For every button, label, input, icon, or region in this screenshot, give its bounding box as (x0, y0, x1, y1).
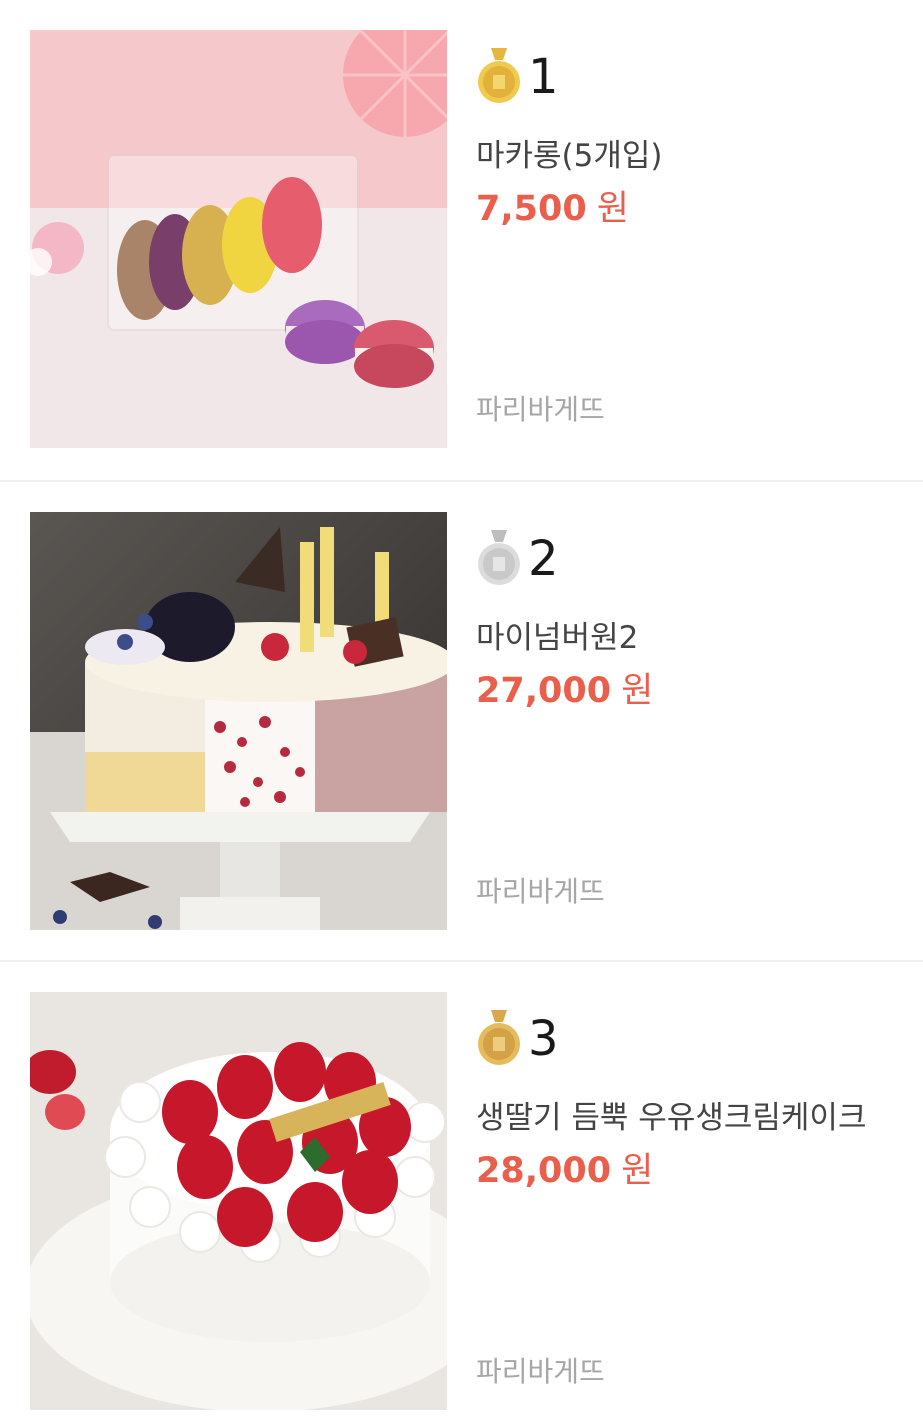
price-currency: 원 (621, 671, 654, 711)
product-price: 28,000 원 (476, 1148, 903, 1194)
item-info: 1 마카롱(5개입) 7,500 원 파리바게뜨 (476, 48, 903, 448)
price-currency: 원 (596, 189, 629, 229)
price-value: 27,000 (476, 671, 612, 711)
rank-row: 1 (476, 48, 903, 106)
silver-medal-icon (476, 530, 522, 588)
product-image-strawberry-cake[interactable] (30, 992, 447, 1410)
rank-number: 3 (528, 1011, 559, 1067)
price-value: 7,500 (476, 189, 587, 229)
price-currency: 원 (621, 1151, 654, 1191)
item-info: 2 마이넘버원2 27,000 원 파리바게뜨 (476, 530, 903, 930)
rank-number: 1 (528, 49, 559, 105)
product-name[interactable]: 생딸기 듬뿍 우유생크림케이크 (476, 1098, 903, 1138)
brand-name: 파리바게뜨 (476, 1355, 605, 1388)
brand-name: 파리바게뜨 (476, 393, 605, 426)
product-price: 7,500 원 (476, 186, 903, 232)
rank-number: 2 (528, 531, 559, 587)
product-name[interactable]: 마이넘버원2 (476, 618, 903, 658)
product-price: 27,000 원 (476, 668, 903, 714)
list-item[interactable]: 3 생딸기 듬뿍 우유생크림케이크 28,000 원 파리바게뜨 (0, 960, 923, 1428)
list-item[interactable]: 2 마이넘버원2 27,000 원 파리바게뜨 (0, 480, 923, 960)
item-info: 3 생딸기 듬뿍 우유생크림케이크 28,000 원 파리바게뜨 (476, 1010, 903, 1410)
ranking-list: 1 마카롱(5개입) 7,500 원 파리바게뜨 2 마이넘버원2 27,000… (0, 0, 923, 1428)
product-name[interactable]: 마카롱(5개입) (476, 136, 903, 176)
bronze-medal-icon (476, 1010, 522, 1068)
price-value: 28,000 (476, 1151, 612, 1191)
brand-name: 파리바게뜨 (476, 875, 605, 908)
product-image-cake[interactable] (30, 512, 447, 930)
rank-row: 2 (476, 530, 903, 588)
rank-row: 3 (476, 1010, 903, 1068)
gold-medal-icon (476, 48, 522, 106)
product-image-macaron[interactable] (30, 30, 447, 448)
list-item[interactable]: 1 마카롱(5개입) 7,500 원 파리바게뜨 (0, 0, 923, 480)
